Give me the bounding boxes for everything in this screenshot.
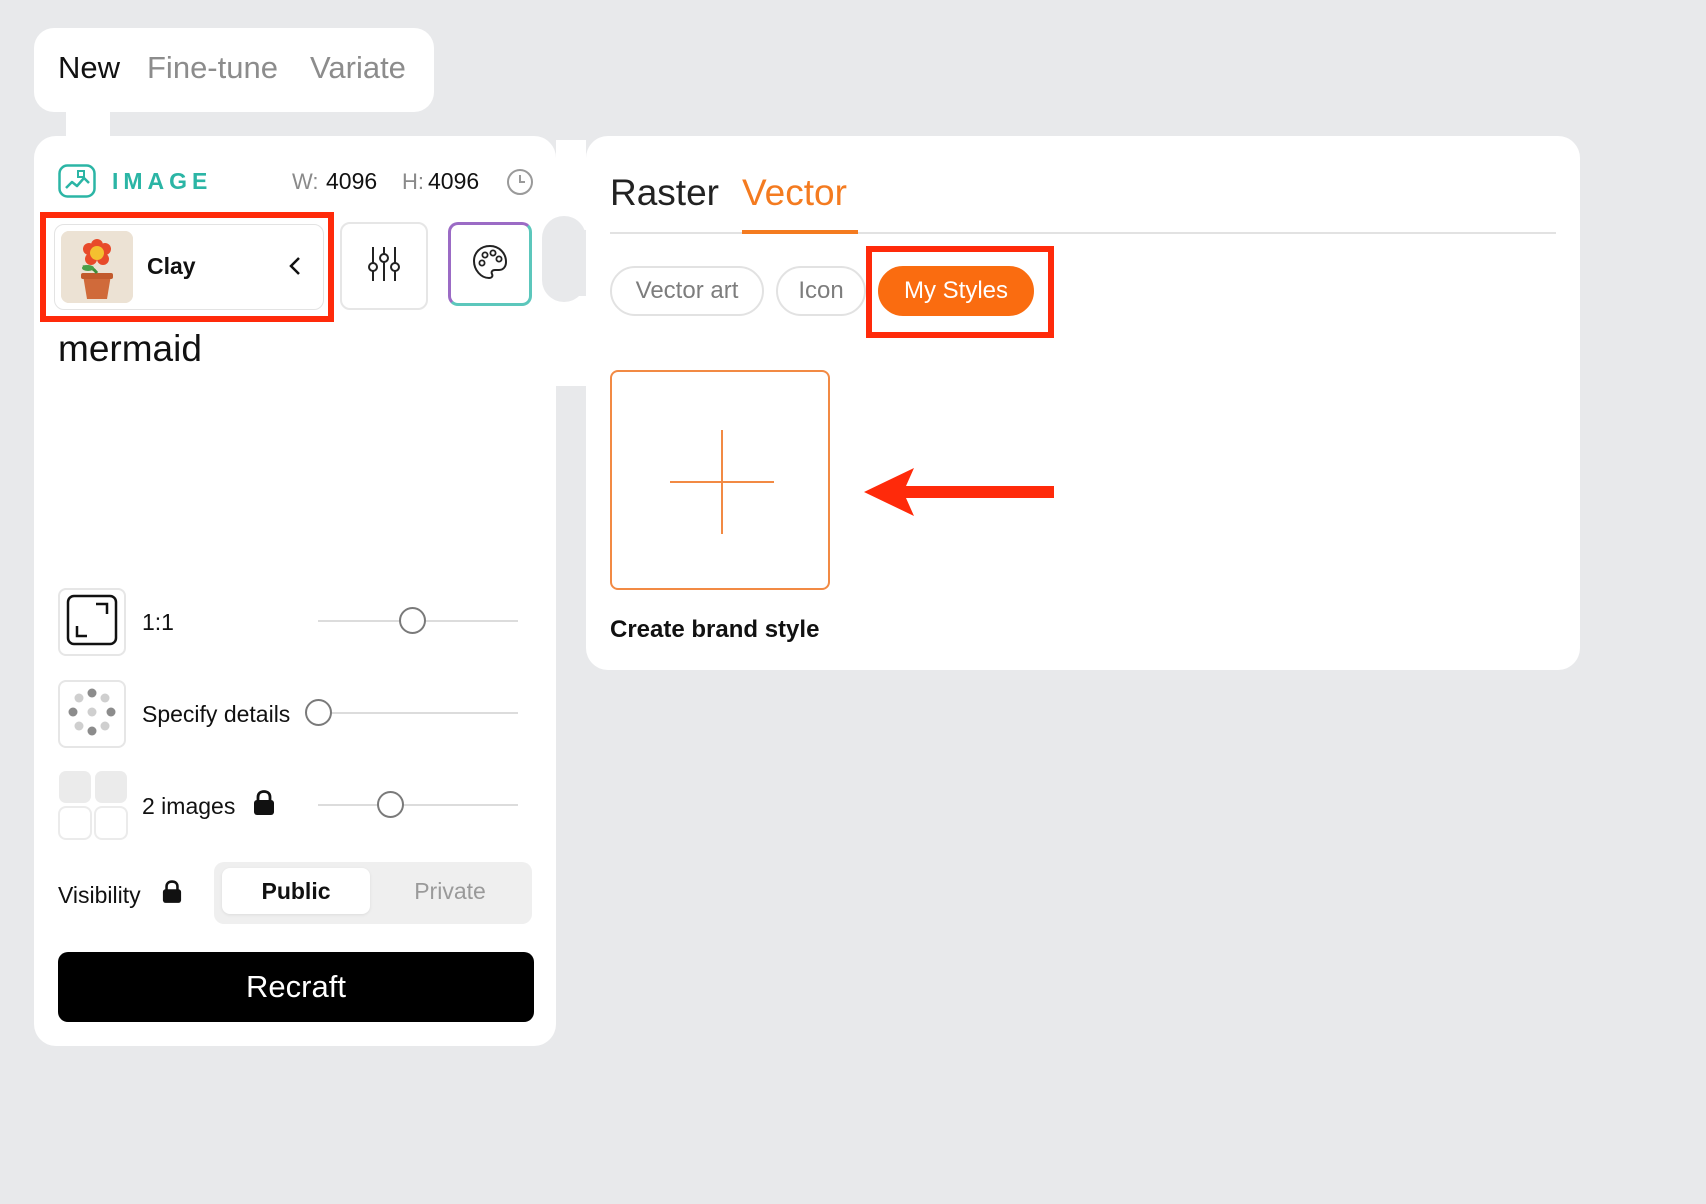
history-icon[interactable] [506, 168, 534, 196]
height-key: H: [402, 169, 424, 194]
panel-connector [556, 296, 586, 386]
style-name: Clay [147, 253, 196, 279]
width-value[interactable]: 4096 [326, 168, 377, 195]
image-count-label: 2 images [142, 793, 236, 819]
details-label: Specify details [142, 701, 291, 727]
palette-button[interactable] [448, 222, 532, 306]
tab-fine-tune[interactable]: Fine-tune [147, 50, 278, 86]
tab-underline [742, 230, 858, 234]
style-thumbnail [61, 231, 133, 303]
chip-vector-art[interactable]: Vector art [610, 266, 764, 316]
tab-vector[interactable]: Vector [742, 172, 847, 214]
tab-variate[interactable]: Variate [310, 50, 406, 86]
sliders-icon [364, 244, 404, 289]
aspect-ratio-button[interactable] [58, 588, 126, 656]
plus-icon [668, 428, 776, 536]
arrow-left-icon [862, 464, 1056, 520]
image-count-slider-thumb[interactable] [377, 791, 404, 818]
image-section-icon [58, 164, 96, 198]
chip-icon[interactable]: Icon [776, 266, 866, 316]
visibility-public[interactable]: Public [222, 868, 370, 914]
grid-icon[interactable] [58, 770, 128, 840]
generation-panel: IMAGE W: 4096 H: 4096 Clay mermaid 1:1 S… [34, 136, 556, 1046]
visibility-label: Visibility [58, 882, 141, 908]
style-panel: Raster Vector Vector art Icon My Styles … [586, 136, 1580, 670]
section-label: IMAGE [112, 168, 213, 194]
height-value[interactable]: 4096 [428, 168, 479, 195]
visibility-toggle: Public Private [214, 862, 532, 924]
create-brand-style-label: Create brand style [610, 616, 820, 643]
palette-icon [471, 243, 509, 286]
details-slider[interactable] [318, 712, 518, 714]
aspect-ratio-label: 1:1 [142, 609, 174, 635]
style-selector[interactable]: Clay [54, 224, 324, 310]
lock-icon [162, 880, 182, 904]
aspect-ratio-slider-thumb[interactable] [399, 607, 426, 634]
settings-button[interactable] [340, 222, 428, 310]
width-key: W: [292, 169, 319, 194]
details-button[interactable] [58, 680, 126, 748]
lock-icon [253, 790, 275, 816]
panel-gap [542, 216, 586, 302]
recraft-button[interactable]: Recraft [58, 952, 534, 1022]
mode-tabs: New Fine-tune Variate [34, 28, 434, 112]
details-slider-thumb[interactable] [305, 699, 332, 726]
details-dots-icon [64, 684, 120, 745]
chevron-left-icon[interactable] [287, 255, 303, 277]
tab-raster[interactable]: Raster [610, 172, 719, 214]
chip-my-styles[interactable]: My Styles [878, 266, 1034, 316]
create-brand-style-button[interactable] [610, 370, 830, 590]
image-count-slider[interactable] [318, 804, 518, 806]
aspect-ratio-icon [66, 594, 118, 651]
prompt-input[interactable]: mermaid [58, 328, 528, 370]
visibility-private[interactable]: Private [376, 868, 524, 914]
tab-new[interactable]: New [58, 50, 120, 86]
